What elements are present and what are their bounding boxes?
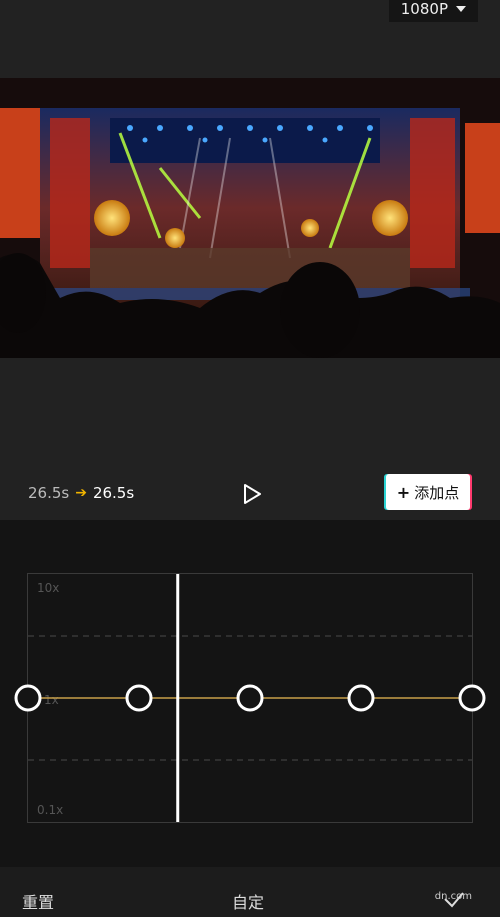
speed-point-handle[interactable] [14, 684, 42, 712]
mode-label: 自定 [232, 893, 265, 912]
speed-curve-editor: 10x 1x 0.1x [0, 520, 500, 867]
preview-padding [0, 358, 500, 470]
video-preview[interactable] [0, 78, 500, 358]
time-to: 26.5s [92, 484, 135, 502]
speed-point-handle[interactable] [347, 684, 375, 712]
caret-down-icon [456, 6, 466, 12]
play-icon[interactable] [240, 482, 264, 506]
plus-icon: + [396, 482, 411, 502]
add-point-button[interactable]: + 添加点 [386, 474, 470, 510]
arrow-right-icon: ➔ [75, 485, 87, 501]
playback-controls: 26.5s ➔ 26.5s + 添加点 [0, 470, 500, 520]
resolution-label: 1080P [400, 0, 448, 18]
bottom-bar: 重置 自定 dn.com [0, 867, 500, 917]
reset-button[interactable]: 重置 [22, 889, 54, 913]
speed-point-handle[interactable] [236, 684, 264, 712]
add-point-label: 添加点 [414, 483, 460, 502]
time-from: 26.5s [28, 484, 70, 502]
resolution-selector[interactable]: 1080P [388, 0, 478, 22]
speed-point-handle[interactable] [125, 684, 153, 712]
speed-curve [14, 574, 486, 822]
top-bar: 1080P [0, 0, 500, 78]
speed-point-handle[interactable] [458, 684, 486, 712]
time-range: 26.5s ➔ 26.5s [28, 484, 134, 502]
watermark: dn.com [434, 891, 472, 902]
concert-stage-image [0, 78, 500, 358]
speed-graph[interactable]: 10x 1x 0.1x [14, 573, 486, 823]
